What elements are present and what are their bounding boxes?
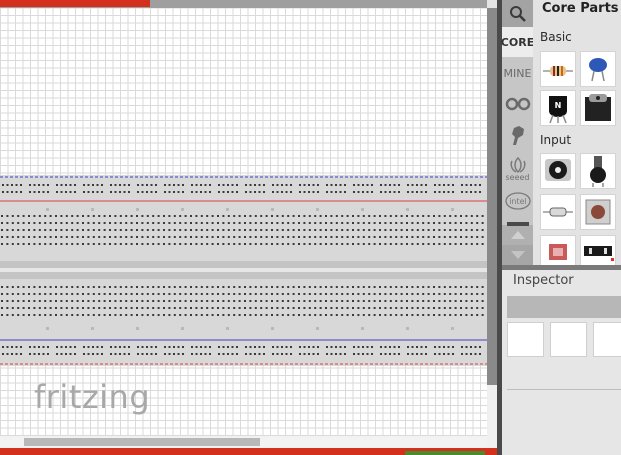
tab-fab[interactable] bbox=[502, 119, 533, 151]
vertical-scrollbar-end bbox=[487, 385, 497, 448]
section-basic-label: Basic bbox=[540, 30, 572, 44]
tab-intel-label: intel bbox=[509, 197, 527, 206]
part-rotary-potentiometer[interactable] bbox=[580, 153, 616, 189]
part-potentiometer[interactable] bbox=[540, 153, 576, 189]
horizontal-scrollbar-thumb[interactable] bbox=[24, 438, 260, 446]
tab-core[interactable]: CORE bbox=[500, 27, 535, 57]
seeed-icon bbox=[509, 156, 526, 173]
view-indicator-bar bbox=[0, 0, 150, 7]
bottom-green-indicator bbox=[405, 451, 485, 455]
inspector-panel: Inspector bbox=[502, 270, 621, 455]
parts-bin-panel: Core Parts Basic N Input bbox=[533, 0, 621, 265]
potentiometer-icon bbox=[545, 159, 571, 181]
resistor-icon bbox=[543, 66, 573, 76]
tab-mine[interactable]: MINE bbox=[502, 57, 533, 89]
mosfet-icon bbox=[585, 94, 611, 121]
triangle-up-icon bbox=[510, 231, 525, 239]
pushbutton-icon bbox=[585, 199, 611, 225]
vertical-scrollbar-thumb[interactable] bbox=[487, 8, 497, 385]
part-resistor[interactable] bbox=[540, 51, 576, 87]
transistor-icon: N bbox=[549, 96, 567, 124]
arduino-icon bbox=[505, 97, 530, 111]
parts-bin-title: Core Parts bbox=[542, 1, 619, 16]
inspector-part-title-field[interactable] bbox=[507, 296, 621, 318]
triangle-down-icon bbox=[510, 251, 525, 259]
breadboard[interactable] bbox=[0, 175, 487, 366]
part-ceramic-capacitor[interactable] bbox=[580, 51, 616, 87]
part-pushbutton[interactable] bbox=[580, 194, 616, 230]
rotary-pot-icon bbox=[590, 156, 606, 187]
tab-seeed[interactable]: seeed bbox=[502, 151, 533, 187]
intel-icon: intel bbox=[504, 192, 531, 210]
inspector-title: Inspector bbox=[513, 273, 574, 288]
capacitor-icon bbox=[589, 58, 607, 82]
part-sensor[interactable] bbox=[540, 235, 576, 265]
hand-icon bbox=[511, 126, 524, 145]
inspector-schematic-view bbox=[550, 322, 587, 357]
tab-arduino[interactable] bbox=[502, 89, 533, 119]
tab-core-label: CORE bbox=[500, 35, 535, 49]
breadboard-channel-line bbox=[0, 268, 487, 272]
inspector-divider bbox=[507, 389, 621, 390]
part-dip-switch[interactable] bbox=[580, 235, 616, 265]
tab-mine-label: MINE bbox=[503, 66, 532, 80]
dip-switch-icon bbox=[584, 246, 614, 261]
section-input-label: Input bbox=[540, 133, 572, 147]
svg-text:N: N bbox=[555, 101, 562, 110]
inspector-pcb-view bbox=[593, 322, 621, 357]
part-npn-transistor[interactable]: N bbox=[540, 90, 576, 126]
inspector-breadboard-view bbox=[507, 322, 544, 357]
tabs-scroll-down[interactable] bbox=[502, 245, 533, 265]
breadboard-canvas[interactable]: fritzing bbox=[0, 0, 487, 448]
tab-intel[interactable]: intel bbox=[502, 187, 533, 215]
search-icon bbox=[509, 5, 526, 22]
reed-switch-icon bbox=[543, 207, 573, 217]
fritzing-logo: fritzing bbox=[34, 378, 151, 416]
parts-search-tab[interactable] bbox=[502, 0, 533, 27]
tab-seeed-label: seeed bbox=[505, 172, 530, 182]
tabs-scroll-up[interactable] bbox=[502, 225, 533, 245]
part-reed-switch[interactable] bbox=[540, 194, 576, 230]
part-mosfet[interactable] bbox=[580, 90, 616, 126]
tabs-separator bbox=[507, 222, 529, 226]
sensor-icon bbox=[549, 244, 567, 260]
